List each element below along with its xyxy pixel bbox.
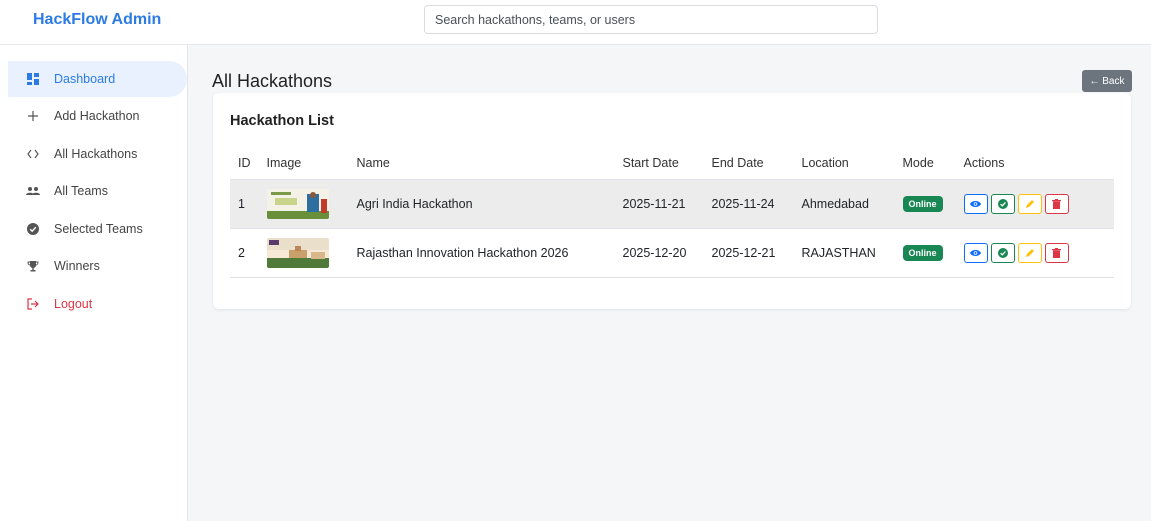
sidebar-item-label: All Hackathons [54,147,138,161]
column-header-mode: Mode [894,148,956,180]
view-button[interactable] [963,242,988,263]
cell-id: 1 [230,179,259,229]
logout-icon [26,297,40,311]
column-header-name: Name [348,148,615,180]
hackathon-list-card: Hackathon List ID Image Name Start Date … [213,93,1131,309]
select-button[interactable] [990,242,1015,263]
row-actions [963,193,1107,214]
table-row[interactable]: 1 Agri India Hackathon 2025-11-21 2025-1… [230,179,1114,229]
cell-end-date: 2025-11-24 [703,179,794,229]
pencil-icon [1025,199,1034,208]
page-title: All Hackathons [212,71,333,91]
cell-end-date: 2025-12-21 [703,228,794,278]
sidebar-item-label: Winners [54,259,100,273]
sidebar-item-label: Add Hackathon [54,109,140,123]
check-circle-icon [997,198,1008,209]
cell-mode: Online [894,228,956,278]
hackathon-thumbnail[interactable] [266,237,329,268]
column-header-id: ID [230,148,259,180]
cell-start-date: 2025-11-21 [614,179,704,229]
sidebar-item-label: All Teams [54,184,108,198]
cell-location: RAJASTHAN [793,228,895,278]
eye-icon [970,200,981,207]
cell-image [258,228,349,278]
users-icon [26,184,40,198]
trash-icon [1052,247,1061,258]
search-input[interactable] [424,5,878,34]
sidebar-item-dashboard[interactable]: Dashboard [8,61,187,97]
mode-badge: Online [902,244,943,261]
sidebar-item-add-hackathon[interactable]: Add Hackathon [10,98,187,134]
column-header-location: Location [793,148,895,180]
sidebar-item-logout[interactable]: Logout [10,286,187,322]
column-header-image: Image [258,148,349,180]
plus-icon [26,109,40,123]
brand-logo[interactable]: HackFlow Admin [33,11,161,29]
column-header-end-date: End Date [703,148,794,180]
hackathon-table: ID Image Name Start Date End Date Locati… [230,148,1114,278]
delete-button[interactable] [1044,242,1069,263]
cell-mode: Online [894,179,956,229]
edit-button[interactable] [1017,242,1042,263]
cell-start-date: 2025-12-20 [614,228,704,278]
trash-icon [1052,198,1061,209]
sidebar-item-label: Logout [54,297,93,311]
eye-icon [970,249,981,256]
column-header-start-date: Start Date [614,148,704,180]
sidebar-item-label: Dashboard [54,72,116,86]
cell-actions [955,228,1114,278]
view-button[interactable] [963,193,988,214]
check-circle-icon [26,222,40,236]
table-row[interactable]: 2 Rajasthan Innovation Hackathon 2026 20… [230,228,1114,278]
cell-id: 2 [230,228,259,278]
mode-badge: Online [902,195,943,212]
hackathon-thumbnail[interactable] [266,188,329,219]
code-icon [26,147,40,161]
back-button[interactable]: ← Back [1082,70,1132,92]
column-header-actions: Actions [955,148,1114,180]
table-header-row: ID Image Name Start Date End Date Locati… [230,148,1114,180]
select-button[interactable] [990,193,1015,214]
cell-location: Ahmedabad [793,179,895,229]
check-circle-icon [997,247,1008,258]
top-bar: HackFlow Admin [0,0,1151,45]
dashboard-icon [26,72,40,86]
edit-button[interactable] [1017,193,1042,214]
delete-button[interactable] [1044,193,1069,214]
row-actions [963,242,1107,263]
sidebar-item-winners[interactable]: Winners [10,248,187,284]
pencil-icon [1025,248,1034,257]
cell-image [258,179,349,229]
sidebar-item-label: Selected Teams [54,222,143,236]
sidebar: Dashboard Add Hackathon All Hackathons A… [0,45,188,521]
cell-name: Rajasthan Innovation Hackathon 2026 [348,228,615,278]
sidebar-item-selected-teams[interactable]: Selected Teams [10,211,187,247]
sidebar-item-all-teams[interactable]: All Teams [10,173,187,209]
trophy-icon [26,259,40,273]
cell-name: Agri India Hackathon [348,179,615,229]
sidebar-item-all-hackathons[interactable]: All Hackathons [10,136,187,172]
cell-actions [955,179,1114,229]
card-title: Hackathon List [230,113,334,129]
